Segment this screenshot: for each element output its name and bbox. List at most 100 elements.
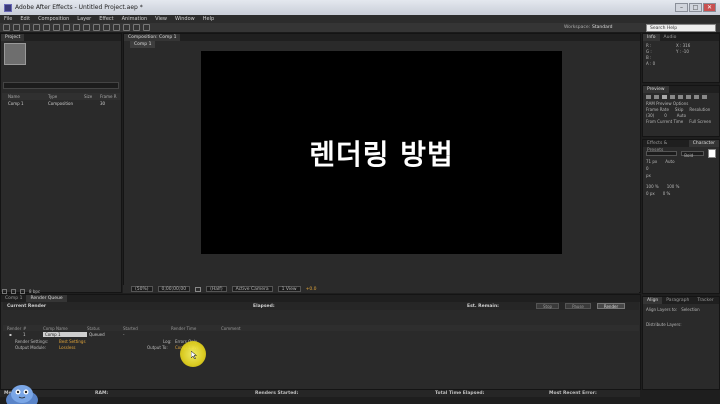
- play-icon[interactable]: [662, 95, 667, 99]
- first-frame-icon[interactable]: [646, 95, 651, 99]
- roto-brush-tool-icon[interactable]: [133, 24, 140, 31]
- tracking-value[interactable]: 0: [646, 165, 649, 172]
- rotation-tool-icon[interactable]: [43, 24, 50, 31]
- menu-edit[interactable]: Edit: [16, 16, 34, 22]
- mute-icon[interactable]: [686, 95, 691, 99]
- resolution-select[interactable]: (Half): [206, 286, 227, 292]
- render-queue-item[interactable]: ▪ 1 Comp 1 Queued -: [3, 331, 639, 337]
- menu-file[interactable]: File: [0, 16, 16, 22]
- status-ram: RAM:: [95, 391, 109, 396]
- column-number[interactable]: #: [23, 326, 43, 331]
- column-started[interactable]: Started: [123, 326, 171, 331]
- type-tool-icon[interactable]: [93, 24, 100, 31]
- next-frame-icon[interactable]: [670, 95, 675, 99]
- loop-icon[interactable]: [694, 95, 699, 99]
- column-render-time[interactable]: Render Time: [171, 326, 221, 331]
- maximize-button[interactable]: □: [689, 3, 702, 12]
- selection-tool-icon[interactable]: [13, 24, 20, 31]
- status-total-time: Total Time Elapsed:: [435, 391, 485, 396]
- search-help-input[interactable]: Search Help: [646, 24, 716, 32]
- column-comp-name[interactable]: Comp Name: [43, 326, 87, 331]
- project-panel: Project: [0, 33, 122, 293]
- fill-color-swatch[interactable]: [707, 149, 716, 158]
- clone-stamp-tool-icon[interactable]: [113, 24, 120, 31]
- tab-character[interactable]: Character: [688, 140, 719, 147]
- view-layout-select[interactable]: 1 View: [277, 286, 301, 292]
- baseline-shift-value[interactable]: 0 px: [646, 190, 655, 197]
- tab-preview[interactable]: Preview: [643, 86, 669, 93]
- hand-tool-icon[interactable]: [23, 24, 30, 31]
- project-search-input[interactable]: [3, 82, 119, 89]
- font-size-value[interactable]: 71 px: [646, 158, 657, 165]
- vertical-scale-value[interactable]: 100 %: [646, 183, 659, 190]
- window-title-bar: Adobe After Effects - Untitled Project.a…: [0, 0, 720, 15]
- column-render[interactable]: Render: [3, 326, 23, 331]
- render-settings-label: Render Settings:: [15, 338, 49, 344]
- tab-info[interactable]: Info: [643, 34, 660, 41]
- pause-button[interactable]: Pause: [565, 303, 591, 309]
- column-size[interactable]: Size: [84, 94, 100, 99]
- tab-effects-presets[interactable]: Effects & Presets: [643, 140, 689, 153]
- from-current-time-checkbox[interactable]: From Current Time: [646, 119, 683, 125]
- menu-layer[interactable]: Layer: [73, 16, 95, 22]
- comp-sub-tab[interactable]: Comp 1: [130, 41, 156, 48]
- tab-project[interactable]: Project: [1, 34, 25, 41]
- brush-tool-icon[interactable]: [103, 24, 110, 31]
- menu-composition[interactable]: Composition: [34, 16, 73, 22]
- tab-comp-timeline[interactable]: Comp 1: [1, 295, 26, 302]
- leading-value[interactable]: Auto: [665, 158, 674, 165]
- magnification-select[interactable]: (50%): [131, 286, 153, 292]
- column-type[interactable]: Type: [48, 94, 84, 99]
- menu-animation[interactable]: Animation: [118, 16, 152, 22]
- puppet-pin-tool-icon[interactable]: [143, 24, 150, 31]
- project-item-row[interactable]: Comp 1 Composition 30: [2, 100, 120, 107]
- tsume-value[interactable]: 0 %: [663, 190, 671, 197]
- column-status[interactable]: Status: [87, 326, 123, 331]
- snapshot-icon[interactable]: [195, 286, 202, 292]
- pen-tool-icon[interactable]: [83, 24, 90, 31]
- column-frame-rate[interactable]: Frame R: [100, 94, 120, 99]
- tab-align[interactable]: Align: [643, 297, 663, 304]
- tab-tracker[interactable]: Tracker: [693, 297, 717, 304]
- column-comment[interactable]: Comment: [221, 326, 241, 331]
- tab-audio[interactable]: Audio: [660, 34, 681, 41]
- render-button[interactable]: Render: [596, 303, 626, 309]
- ram-preview-icon[interactable]: [702, 95, 707, 99]
- horizontal-scale-value[interactable]: 100 %: [667, 183, 680, 190]
- stroke-width-value[interactable]: px: [646, 172, 651, 179]
- full-screen-checkbox[interactable]: Full Screen: [689, 119, 711, 125]
- composition-canvas[interactable]: 렌더링 방법: [201, 51, 562, 254]
- menu-view[interactable]: View: [151, 16, 171, 22]
- eraser-tool-icon[interactable]: [123, 24, 130, 31]
- previous-frame-icon[interactable]: [654, 95, 659, 99]
- menu-effect[interactable]: Effect: [95, 16, 117, 22]
- current-time-display[interactable]: 0;00;00;00: [157, 286, 191, 292]
- tab-paragraph[interactable]: Paragraph: [662, 297, 693, 304]
- menu-help[interactable]: Help: [199, 16, 218, 22]
- home-tool-icon[interactable]: [3, 24, 10, 31]
- workspace-select[interactable]: Standard: [592, 25, 612, 30]
- align-layers-to-select[interactable]: Selection: [681, 306, 699, 313]
- project-thumbnail: [4, 43, 26, 65]
- camera-select[interactable]: Active Camera: [231, 286, 273, 292]
- zoom-tool-icon[interactable]: [33, 24, 40, 31]
- camera-tool-icon[interactable]: [53, 24, 60, 31]
- rectangle-tool-icon[interactable]: [73, 24, 80, 31]
- last-frame-icon[interactable]: [678, 95, 683, 99]
- output-module-value[interactable]: Lossless: [59, 345, 147, 350]
- column-name[interactable]: Name: [2, 94, 48, 99]
- composition-controls: (50%) 0;00;00;00 (Half) Active Camera 1 …: [123, 285, 639, 293]
- stop-button[interactable]: Stop: [536, 303, 560, 309]
- tab-composition[interactable]: Composition: Comp 1: [124, 34, 181, 41]
- exposure-value[interactable]: +0.0: [306, 287, 317, 292]
- menu-window[interactable]: Window: [171, 16, 199, 22]
- font-style-select[interactable]: Bold: [681, 151, 704, 158]
- close-button[interactable]: ✕: [703, 3, 716, 12]
- tab-render-queue[interactable]: Render Queue: [26, 295, 67, 302]
- preview-panel: Preview RAM Preview Options Frame Rate S…: [642, 85, 720, 137]
- minimize-button[interactable]: –: [675, 3, 688, 12]
- pan-behind-tool-icon[interactable]: [63, 24, 70, 31]
- render-settings-value[interactable]: Best Settings: [59, 339, 163, 344]
- font-family-select[interactable]: [646, 151, 678, 156]
- render-checkbox[interactable]: ▪: [3, 332, 23, 337]
